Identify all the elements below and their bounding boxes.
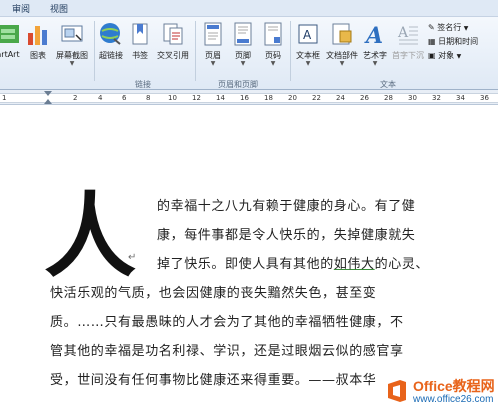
- globe-link-icon: [100, 23, 121, 45]
- textbox-button[interactable]: A 文本框 ▼: [292, 21, 324, 67]
- body-line-4[interactable]: 快活乐观的气质，也会因健康的丧失黯然失色，甚至变: [50, 282, 376, 301]
- body-line-7[interactable]: 受，世间没有任何事物比健康还来得重要。——叔本华: [50, 369, 376, 388]
- cross-reference-button[interactable]: 交叉引用: [154, 21, 192, 61]
- ruler-number: 2: [73, 94, 78, 102]
- svg-text:A: A: [303, 28, 312, 42]
- svg-text:A: A: [397, 25, 409, 41]
- footer-button[interactable]: 页脚 ▼: [230, 21, 256, 67]
- office-logo-icon: [388, 380, 406, 402]
- ruler-number: 4: [98, 94, 103, 102]
- tab-view[interactable]: 视图: [50, 2, 68, 15]
- smartart-button[interactable]: artArt: [0, 21, 24, 59]
- body-line-6[interactable]: 管其他的幸福是功名利禄、学识，还是过眼烟云似的感官享: [50, 340, 404, 359]
- ruler-number: 8: [146, 94, 151, 102]
- paragraph-mark: ↵: [128, 252, 137, 263]
- group-label-header-footer: 页眉和页脚: [218, 80, 258, 89]
- hanging-indent-marker[interactable]: [44, 99, 52, 104]
- dropcap-button[interactable]: A 首字下沉: [390, 21, 426, 61]
- header-icon: [204, 22, 222, 46]
- page-number-dropdown-arrow[interactable]: ▼: [260, 61, 286, 67]
- ruler-number: 30: [408, 94, 417, 102]
- bar-chart-icon: [28, 26, 47, 45]
- textbox-icon: A: [298, 24, 318, 44]
- bookmark-button[interactable]: 书签: [128, 21, 152, 61]
- body-line-3[interactable]: 掉了快乐。即使人具有其他的如伟大的心灵、: [157, 253, 429, 272]
- object-icon: ▣: [428, 51, 436, 60]
- hyperlink-button[interactable]: 超链接: [96, 21, 126, 61]
- page-number-button[interactable]: 页码 ▼: [260, 21, 286, 67]
- watermark-url: www.office26.com: [413, 394, 494, 405]
- wordart-button[interactable]: A 艺术字 ▼: [360, 21, 390, 67]
- horizontal-ruler[interactable]: 1 2 4 6 8 10 12 14 16 18 20 22 24 26 28 …: [0, 90, 498, 105]
- first-line-indent-marker[interactable]: [44, 91, 52, 96]
- object-button[interactable]: ▣ 对象 ▼: [428, 50, 498, 61]
- quick-parts-icon: [332, 23, 352, 45]
- body-line-5[interactable]: 质。……只有最愚昧的人才会为了其他的幸福牺牲健康，不: [50, 311, 404, 330]
- ruler-number: 36: [480, 94, 489, 102]
- screenshot-button[interactable]: 屏幕截图 ▼: [54, 21, 90, 67]
- ruler-number: 28: [384, 94, 393, 102]
- screenshot-dropdown-arrow[interactable]: ▼: [54, 61, 90, 67]
- drop-cap-character[interactable]: 人: [44, 190, 136, 282]
- bookmark-icon: [132, 23, 148, 45]
- chart-button[interactable]: 图表: [26, 21, 50, 61]
- ribbon: artArt 图表 屏幕截图 ▼ 超链接 书签 交叉引用 链接: [0, 17, 498, 90]
- textbox-dropdown-arrow[interactable]: ▼: [292, 61, 324, 67]
- site-watermark: Office教程网 www.office26.com: [384, 374, 496, 408]
- ribbon-separator: [94, 21, 95, 81]
- tab-review[interactable]: 审阅: [12, 2, 30, 15]
- signature-line-button[interactable]: ✎ 签名行 ▼: [428, 22, 498, 33]
- cross-reference-icon: [163, 23, 183, 45]
- ruler-number: 1: [2, 94, 7, 102]
- screenshot-icon: [61, 25, 83, 42]
- ruler-number: 12: [192, 94, 201, 102]
- group-label-text: 文本: [380, 80, 396, 89]
- ruler-number: 34: [456, 94, 465, 102]
- wordart-icon: A: [364, 23, 383, 49]
- ruler-number: 18: [264, 94, 273, 102]
- signature-icon: ✎: [428, 23, 435, 32]
- header-dropdown-arrow[interactable]: ▼: [200, 61, 226, 67]
- smartart-icon: [0, 25, 19, 43]
- wordart-dropdown-arrow[interactable]: ▼: [360, 61, 390, 67]
- ruler-number: 6: [122, 94, 127, 102]
- datetime-button[interactable]: ▦ 日期和时间: [428, 36, 498, 47]
- ribbon-tab-bar: 审阅 视图: [0, 0, 498, 17]
- ruler-number: 26: [360, 94, 369, 102]
- ruler-number: 32: [432, 94, 441, 102]
- header-button[interactable]: 页眉 ▼: [200, 21, 226, 67]
- calendar-icon: ▦: [428, 37, 436, 46]
- ribbon-separator: [290, 21, 291, 81]
- footer-dropdown-arrow[interactable]: ▼: [230, 61, 256, 67]
- ruler-number: 24: [336, 94, 345, 102]
- ruler-number: 20: [288, 94, 297, 102]
- footer-icon: [234, 22, 252, 46]
- body-line-2[interactable]: 康，每件事都是令人快乐的，失掉健康就失: [157, 224, 415, 243]
- group-label-links: 链接: [135, 80, 151, 89]
- page-number-icon: [264, 22, 282, 46]
- watermark-site-name: Office教程网: [413, 378, 495, 394]
- ruler-number: 16: [240, 94, 249, 102]
- ruler-number: 10: [168, 94, 177, 102]
- ruler-number: 22: [312, 94, 321, 102]
- quick-parts-dropdown-arrow[interactable]: ▼: [324, 61, 360, 67]
- ruler-number: 14: [216, 94, 225, 102]
- svg-text:A: A: [364, 23, 383, 47]
- grammar-flag-text: 如伟大: [333, 257, 375, 272]
- body-line-1[interactable]: 的幸福十之八九有赖于健康的身心。有了健: [157, 195, 415, 214]
- dropcap-icon: A: [397, 25, 418, 45]
- quick-parts-button[interactable]: 文档部件 ▼: [324, 21, 360, 67]
- ribbon-separator: [195, 21, 196, 81]
